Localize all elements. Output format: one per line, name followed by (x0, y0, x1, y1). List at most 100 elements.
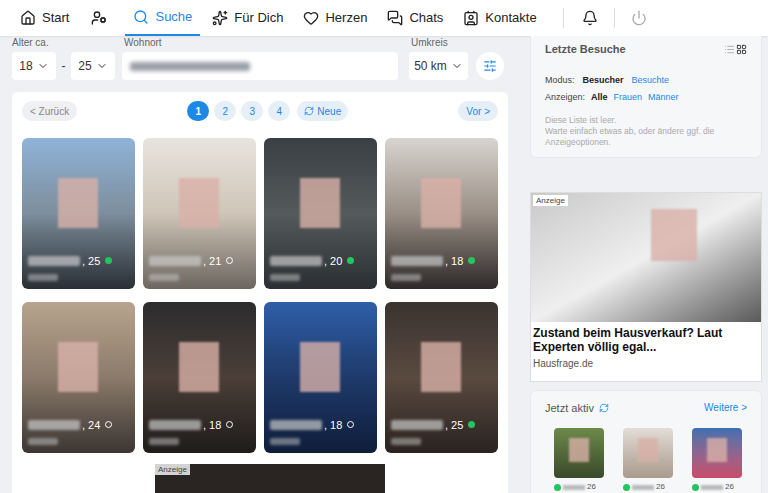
page-button[interactable]: 3 (241, 101, 263, 121)
profile-card[interactable]: , 25 (22, 138, 135, 289)
online-dot (105, 421, 112, 428)
face-blur (179, 342, 219, 392)
name-blurred (270, 256, 322, 266)
refresh-button[interactable]: Neue (297, 101, 348, 121)
location-value-blurred (130, 62, 250, 71)
active-user[interactable]: 26 (692, 428, 742, 493)
pagination: < Zurück 1234 Neue Vor > (22, 101, 498, 121)
page-button[interactable]: 4 (268, 101, 290, 121)
profile-card[interactable]: , 25 (385, 302, 498, 453)
age-from-select[interactable]: 18 (12, 52, 56, 80)
online-dot (347, 257, 354, 264)
city-blurred (28, 274, 58, 281)
user-thumbnail (554, 428, 604, 478)
radius-label: Umkreis (411, 37, 448, 49)
radius-select[interactable]: 50 km (409, 52, 468, 80)
profile-caption: , 25 (28, 253, 129, 270)
city-blurred (391, 274, 421, 281)
active-now-card: Jetzt aktivWeitere > 26 26 26 (530, 390, 762, 493)
top-nav: Start SucheFür Dich Herzen Chats Kontakte (0, 0, 768, 36)
user-age: 26 (656, 481, 665, 493)
face-blur (300, 342, 340, 392)
app: StartSucheFür DichHerzenChatsKontakteAlt… (0, 0, 768, 493)
nav-item[interactable]: Herzen (299, 0, 371, 36)
active-now-header: Jetzt aktivWeitere > (545, 400, 747, 417)
face-blur (58, 342, 98, 392)
profile-age: , 18 (445, 253, 463, 270)
ad-headline: Zustand beim Hausverkauf? Laut Experten … (531, 322, 761, 354)
face-blur (179, 178, 219, 228)
online-dot (554, 484, 561, 491)
show-option[interactable]: Frauen (614, 91, 643, 105)
city-blurred (391, 438, 421, 445)
name-blurred (28, 420, 80, 430)
profile-age: , 24 (82, 417, 100, 434)
nav-item[interactable]: Für Dich (208, 0, 287, 36)
profile-card[interactable]: , 21 (143, 138, 256, 289)
prev-button[interactable]: < Zurück (22, 101, 77, 121)
results-card: < Zurück1234NeueVor >, 25, 21, 20, 18, 2… (12, 92, 508, 493)
active-user[interactable]: 26 (554, 428, 604, 493)
profile-card[interactable]: , 18 (385, 138, 498, 289)
ad-card[interactable]: Anzeige Zustand beim Hausverkauf? Laut Ex… (530, 192, 762, 382)
chevron-down-icon (451, 60, 463, 72)
user-caption: 26 (554, 481, 604, 493)
nav-item[interactable]: Kontakte (459, 0, 540, 36)
online-dot (226, 421, 233, 428)
home-icon (20, 10, 36, 26)
page-button[interactable]: 2 (214, 101, 236, 121)
user-caption: 26 (623, 481, 673, 493)
refresh-icon[interactable] (599, 403, 609, 413)
name-blurred (28, 256, 80, 266)
profile-card[interactable]: , 18 (143, 302, 256, 453)
page-button[interactable]: 1 (187, 101, 209, 121)
filter-icon (483, 59, 497, 73)
city-blurred (149, 438, 179, 445)
next-button[interactable]: Vor > (458, 101, 498, 121)
main: Alter ca.WohnortUmkreis18-2550 km< Zurüc… (0, 36, 768, 493)
filter-button[interactable] (476, 52, 504, 80)
name-blurred (632, 485, 654, 490)
mode-row: Modus:BesucherBesuchte (545, 74, 747, 88)
face-blur (58, 178, 98, 228)
show-row: Anzeigen:AlleFrauenMänner (545, 91, 747, 105)
profile-card[interactable]: , 20 (264, 138, 377, 289)
nav-item[interactable]: Start (16, 0, 73, 36)
profile-age: , 21 (203, 253, 221, 270)
power-icon (631, 10, 647, 26)
list-view-icon[interactable] (724, 44, 735, 55)
chats-icon (387, 10, 403, 26)
chevron-down-icon (37, 60, 49, 72)
more-link[interactable]: Weitere > (704, 400, 747, 415)
nav-item[interactable]: Chats (383, 0, 447, 36)
show-option[interactable]: Alle (591, 91, 608, 105)
nav-item[interactable]: Suche (125, 0, 200, 36)
profile-settings-button[interactable] (85, 0, 113, 36)
profile-caption: , 24 (28, 417, 129, 434)
active-user[interactable]: 26 (623, 428, 673, 493)
location-input[interactable] (122, 52, 398, 80)
name-blurred (149, 256, 201, 266)
filter-row: 18-2550 km (12, 52, 508, 80)
location-label: Wohnort (124, 37, 411, 49)
city-blurred (28, 438, 58, 445)
logout-button[interactable] (627, 10, 651, 26)
notifications-button[interactable] (578, 10, 602, 26)
profile-caption: , 18 (149, 417, 250, 434)
profile-card[interactable]: , 24 (22, 302, 135, 453)
bottom-ad[interactable]: Anzeige (155, 464, 385, 493)
face-blur (421, 178, 461, 228)
age-to-select[interactable]: 25 (71, 52, 115, 80)
show-option[interactable]: Männer (648, 91, 679, 105)
face-blur (707, 438, 727, 462)
ad-label: Anzeige (533, 195, 568, 206)
profile-card[interactable]: , 18 (264, 302, 377, 453)
mode-option[interactable]: Besucher (583, 74, 624, 88)
name-blurred (391, 420, 443, 430)
grid-view-icon[interactable] (736, 44, 747, 55)
name-blurred (701, 485, 723, 490)
face-blur (638, 438, 658, 462)
name-blurred (563, 485, 585, 490)
mode-option[interactable]: Besuchte (632, 74, 670, 88)
city-blurred (149, 274, 179, 281)
